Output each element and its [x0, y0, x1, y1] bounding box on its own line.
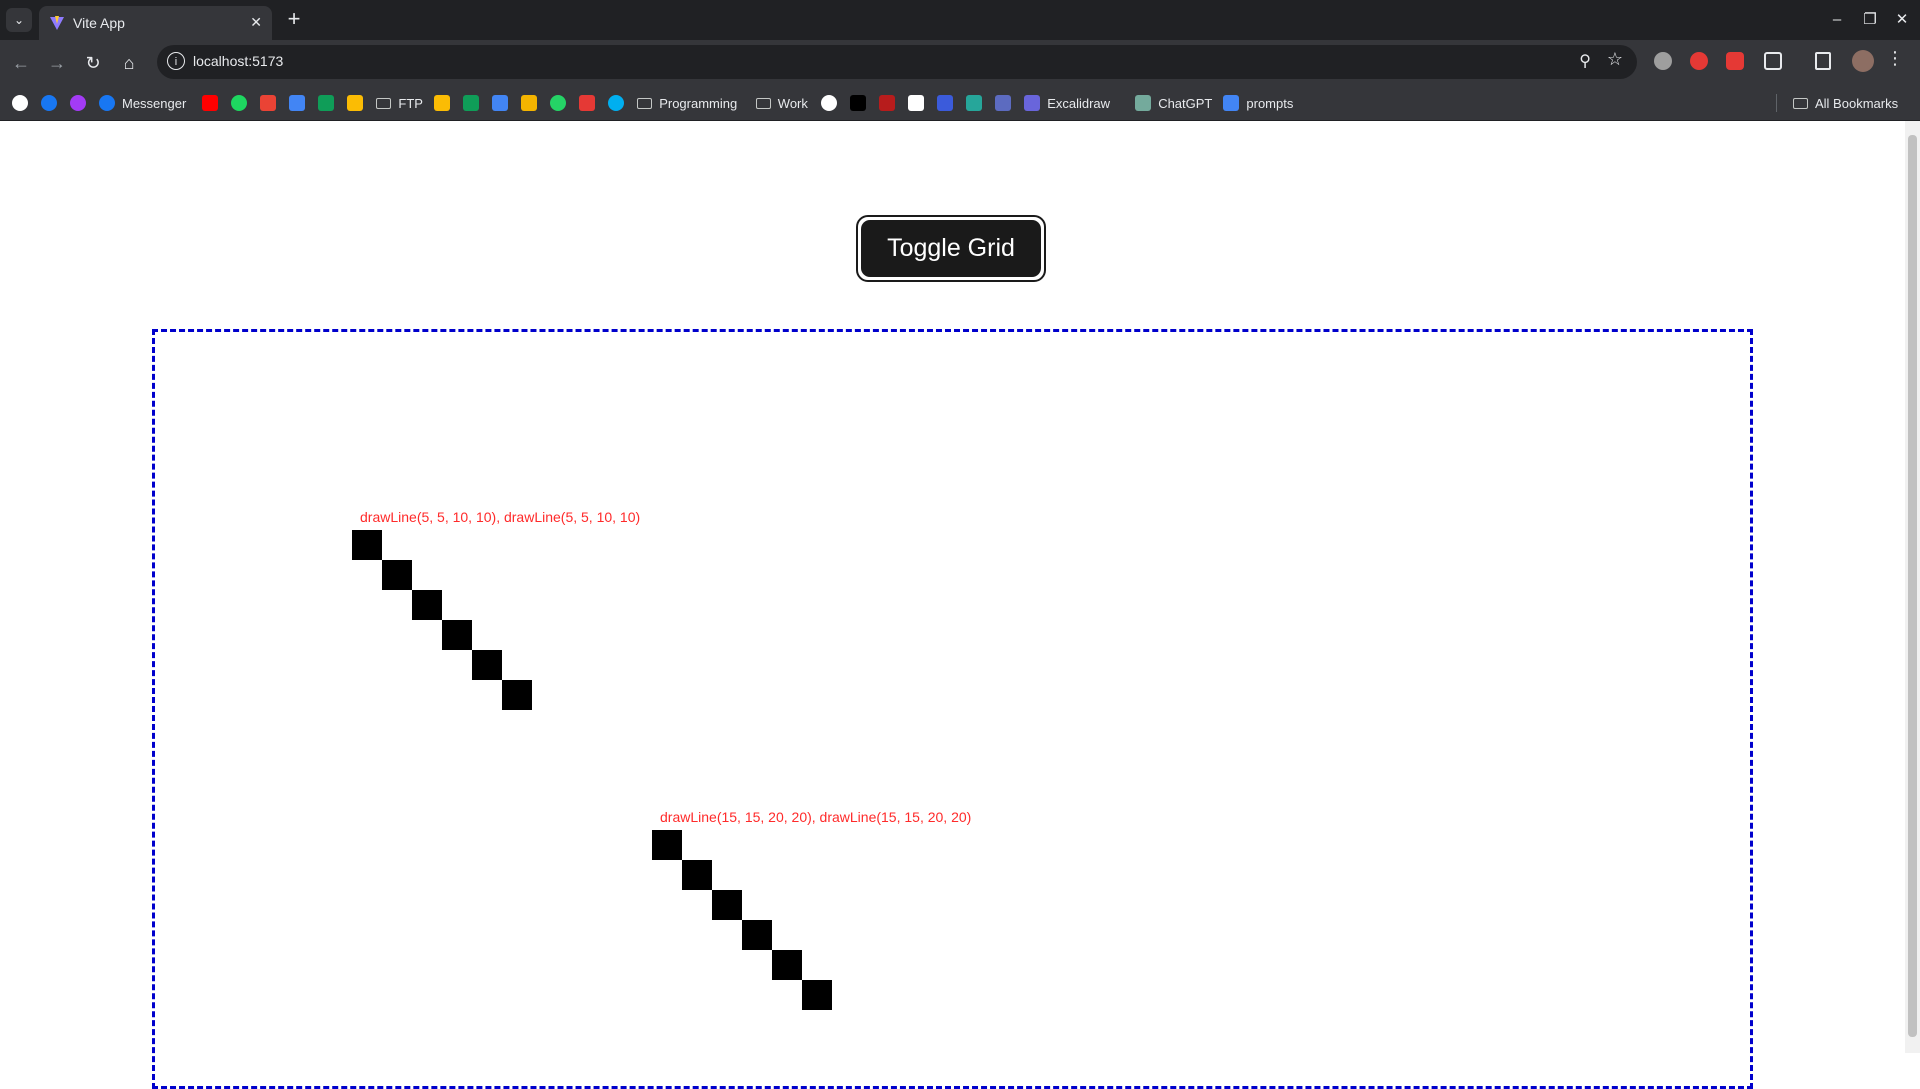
line-pixel [412, 590, 442, 620]
line-pixel [382, 560, 412, 590]
line-pixel [772, 950, 802, 980]
scrollbar-thumb[interactable] [1908, 135, 1917, 1037]
line-label-1: drawLine(5, 5, 10, 10), drawLine(5, 5, 1… [360, 509, 640, 525]
line-pixel [682, 860, 712, 890]
line-label-2: drawLine(15, 15, 20, 20), drawLine(15, 1… [660, 809, 971, 825]
line-pixel [502, 680, 532, 710]
line-pixel [352, 530, 382, 560]
line-pixel [652, 830, 682, 860]
line-pixel [442, 620, 472, 650]
line-pixel [802, 980, 832, 1010]
vertical-scrollbar[interactable] [1905, 121, 1920, 1053]
line-pixel [472, 650, 502, 680]
line-pixel [742, 920, 772, 950]
drawing-layer: drawLine(5, 5, 10, 10), drawLine(5, 5, 1… [352, 509, 971, 1010]
line-pixel [712, 890, 742, 920]
